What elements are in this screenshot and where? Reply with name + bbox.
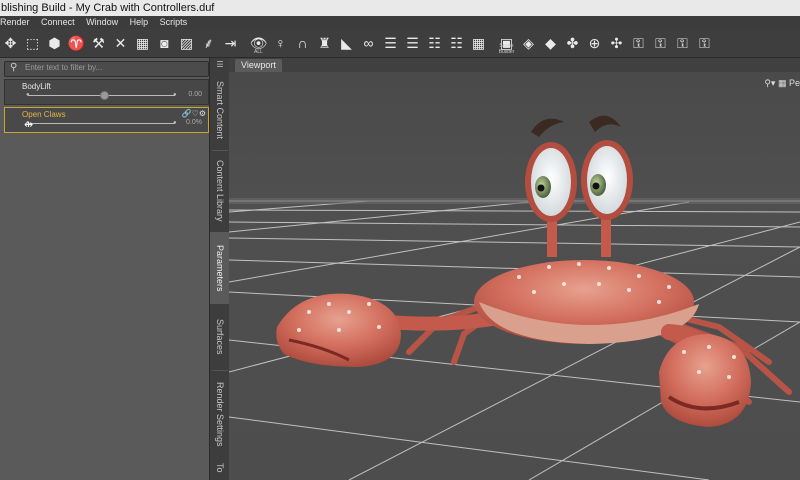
- parameters-pane: ⚲ Enter text to filter by... BodyLift ● …: [0, 58, 210, 480]
- morph-icon[interactable]: ♈: [66, 31, 87, 55]
- bend-icon[interactable]: ⬢: [44, 31, 65, 55]
- tab-menu[interactable]: ☰: [210, 58, 230, 70]
- geometry-editor-icon[interactable]: ✕: [110, 31, 131, 55]
- list4-icon[interactable]: ☷: [446, 31, 467, 55]
- viewport-controls[interactable]: ⚲▾ ▦ Pe: [764, 78, 800, 89]
- param-value[interactable]: 0.00: [188, 91, 202, 98]
- glasses-icon[interactable]: ∞: [358, 31, 379, 55]
- perspective-label[interactable]: Pe: [789, 78, 800, 88]
- param-open-claws[interactable]: Open Claws 🔗♡⚙ ● ● 0.0%: [4, 107, 209, 133]
- filter-field[interactable]: ⚲ Enter text to filter by...: [4, 61, 209, 77]
- menu-connect[interactable]: Connect: [41, 17, 75, 27]
- menu-icon: ☰: [216, 59, 224, 69]
- viewport-tab-bar: Viewport: [229, 58, 800, 72]
- layout-icon[interactable]: ⸙: [198, 31, 219, 55]
- menu-help[interactable]: Help: [130, 17, 149, 27]
- eye-icon[interactable]: 👁 ALL: [248, 31, 269, 56]
- tab-label: Smart Content: [215, 80, 225, 140]
- tab-label: To: [215, 463, 225, 473]
- param-value[interactable]: 0.0%: [186, 119, 202, 126]
- slider-max-dot: ●: [173, 92, 177, 98]
- lock5-icon[interactable]: ⚿: [672, 31, 693, 55]
- menu-render[interactable]: Render: [0, 17, 30, 27]
- resize-cursor-icon: ⇹: [24, 119, 34, 131]
- search-icon: ⚲: [10, 62, 18, 73]
- tab-label: Render Settings: [215, 381, 225, 447]
- menu-scripts[interactable]: Scripts: [160, 17, 188, 27]
- transfer-icon[interactable]: ◈: [518, 31, 539, 55]
- align-icon[interactable]: ✤: [562, 31, 583, 55]
- lock4-icon[interactable]: ⚿: [650, 31, 671, 55]
- window-title-bar: blishing Build - My Crab with Controller…: [0, 0, 800, 16]
- lock2-icon[interactable]: ✣: [606, 31, 627, 55]
- grid-icon[interactable]: ▦: [468, 31, 489, 55]
- tab-viewport[interactable]: Viewport: [235, 59, 282, 72]
- eye-label: ALL: [254, 49, 263, 55]
- import-icon[interactable]: ⇥: [220, 31, 241, 55]
- tab-parameters[interactable]: Parameters: [210, 232, 230, 304]
- toolbar: ✥ ⬚ ⬢ ♈ ⚒ ✕ ▦ ◙ ▨ ⸙ ⇥ 👁 ALL ♀ ∩ ♜ ◣ ∞ ☰ ☰…: [0, 29, 800, 58]
- tab-smart-content[interactable]: Smart Content: [210, 72, 230, 148]
- list3-icon[interactable]: ☷: [424, 31, 445, 55]
- layout-select-icon[interactable]: ▦: [778, 78, 787, 88]
- param-bodylift[interactable]: BodyLift ● ● 0.00: [4, 79, 209, 105]
- move-icon[interactable]: ✥: [0, 31, 21, 55]
- list-icon[interactable]: ☰: [380, 31, 401, 55]
- tab-divider: [212, 370, 228, 371]
- scene-builder-icon[interactable]: ▣ Scene Builder: [496, 31, 517, 56]
- scene-builder-label: Scene Builder: [498, 43, 515, 55]
- bones-icon[interactable]: ◆: [540, 31, 561, 55]
- tab-label: Parameters: [215, 244, 225, 292]
- slider-max-dot: ●: [173, 120, 177, 126]
- pose-figure-icon[interactable]: ♀: [270, 31, 291, 55]
- scale-icon[interactable]: ⬚: [22, 31, 43, 55]
- param-slider-track[interactable]: [28, 123, 175, 124]
- viewport[interactable]: ⚲▾ ▦ Pe: [229, 72, 800, 480]
- tab-content-library[interactable]: Content Library: [210, 152, 230, 230]
- render-icon[interactable]: ▨: [176, 31, 197, 55]
- camera-icon[interactable]: ◙: [154, 31, 175, 55]
- tab-surfaces[interactable]: Surfaces: [210, 306, 230, 368]
- lock6-icon[interactable]: ⚿: [694, 31, 715, 55]
- menu-bar: Render Connect Window Help Scripts: [0, 16, 800, 29]
- tab-render-settings[interactable]: Render Settings: [210, 374, 230, 454]
- surface-icon[interactable]: ◣: [336, 31, 357, 55]
- param-tools[interactable]: 🔗♡⚙: [182, 109, 206, 118]
- menu-window[interactable]: Window: [86, 17, 118, 27]
- lock-icon[interactable]: ⊕: [584, 31, 605, 55]
- lock3-icon[interactable]: ⚿: [628, 31, 649, 55]
- side-tab-strip: ☰ Smart Content Content Library Paramete…: [209, 58, 230, 480]
- viewport-scene: [229, 72, 800, 480]
- tab-tool-settings[interactable]: To: [210, 456, 230, 480]
- list2-icon[interactable]: ☰: [402, 31, 423, 55]
- tab-label: Content Library: [215, 160, 225, 222]
- camera-select-icon[interactable]: ⚲▾: [764, 78, 775, 88]
- param-name: BodyLift: [22, 82, 51, 91]
- tab-divider: [212, 150, 228, 151]
- window-title: blishing Build - My Crab with Controller…: [1, 2, 215, 14]
- crab-right-claw: [659, 334, 751, 427]
- hair-icon[interactable]: ∩: [292, 31, 313, 55]
- filter-placeholder: Enter text to filter by...: [25, 63, 103, 72]
- shirt-icon[interactable]: ♜: [314, 31, 335, 55]
- param-slider-knob[interactable]: [100, 91, 109, 100]
- joint-icon[interactable]: ⚒: [88, 31, 109, 55]
- tab-label: Surfaces: [215, 319, 225, 355]
- node-weight-icon[interactable]: ▦: [132, 31, 153, 55]
